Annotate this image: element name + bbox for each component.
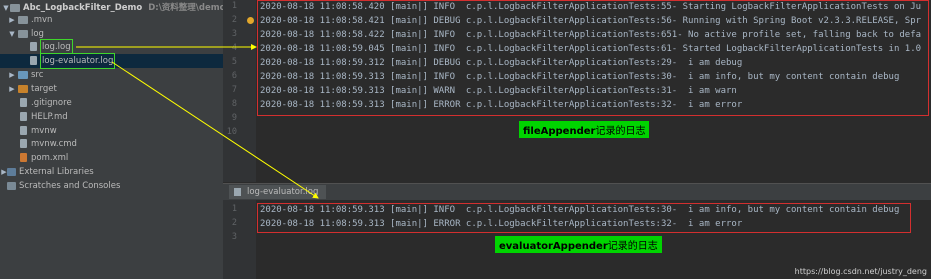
callout-arrows xyxy=(76,44,319,199)
arrow-to-evaluator-log xyxy=(111,61,319,199)
